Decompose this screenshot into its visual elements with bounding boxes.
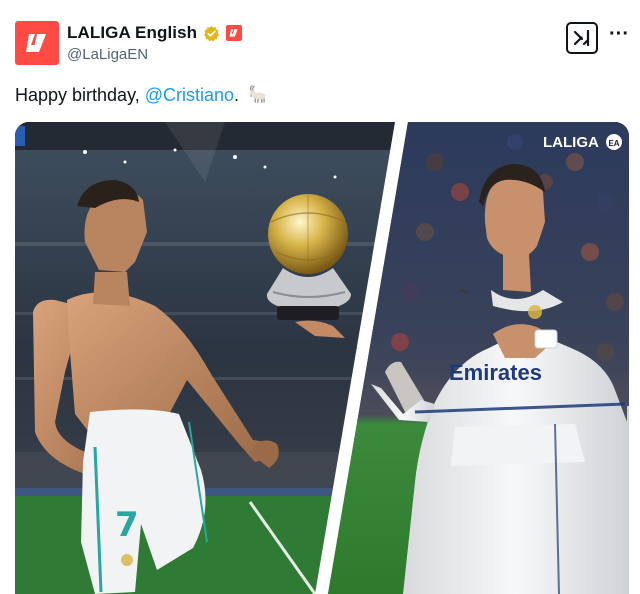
more-options-button[interactable]: ···	[608, 24, 630, 50]
gold-verified-badge-icon	[203, 25, 220, 42]
display-name[interactable]: LALIGA English	[67, 23, 197, 43]
mention-link[interactable]: @Cristiano	[145, 85, 234, 105]
tweet-text-suffix: .	[234, 85, 240, 105]
tweet-media-photo[interactable]: 7 Emirates LALIGA EA	[15, 122, 629, 594]
grok-button[interactable]	[566, 22, 598, 54]
tweet-text: Happy birthday, @Cristiano.	[15, 84, 270, 109]
media-composite-image: 7 Emirates LALIGA EA	[15, 122, 629, 594]
laliga-logo-icon	[26, 34, 46, 52]
goat-emoji-icon	[248, 84, 270, 109]
name-row: LALIGA English	[67, 22, 243, 44]
grok-icon	[573, 29, 590, 47]
tweet-card: LALIGA English @LaLigaEN ··· Happy birth…	[0, 0, 640, 594]
laliga-affiliate-badge-icon	[226, 25, 243, 41]
svg-text:EA: EA	[608, 139, 619, 148]
laliga-watermark: LALIGA	[543, 134, 599, 151]
tweet-text-prefix: Happy birthday,	[15, 85, 145, 105]
laliga-ea-badge-icon: EA	[606, 134, 622, 150]
jersey-number-text: 7	[115, 505, 139, 545]
avatar[interactable]	[15, 21, 59, 65]
account-handle[interactable]: @LaLigaEN	[67, 46, 148, 63]
sponsor-text: Emirates	[449, 360, 542, 385]
